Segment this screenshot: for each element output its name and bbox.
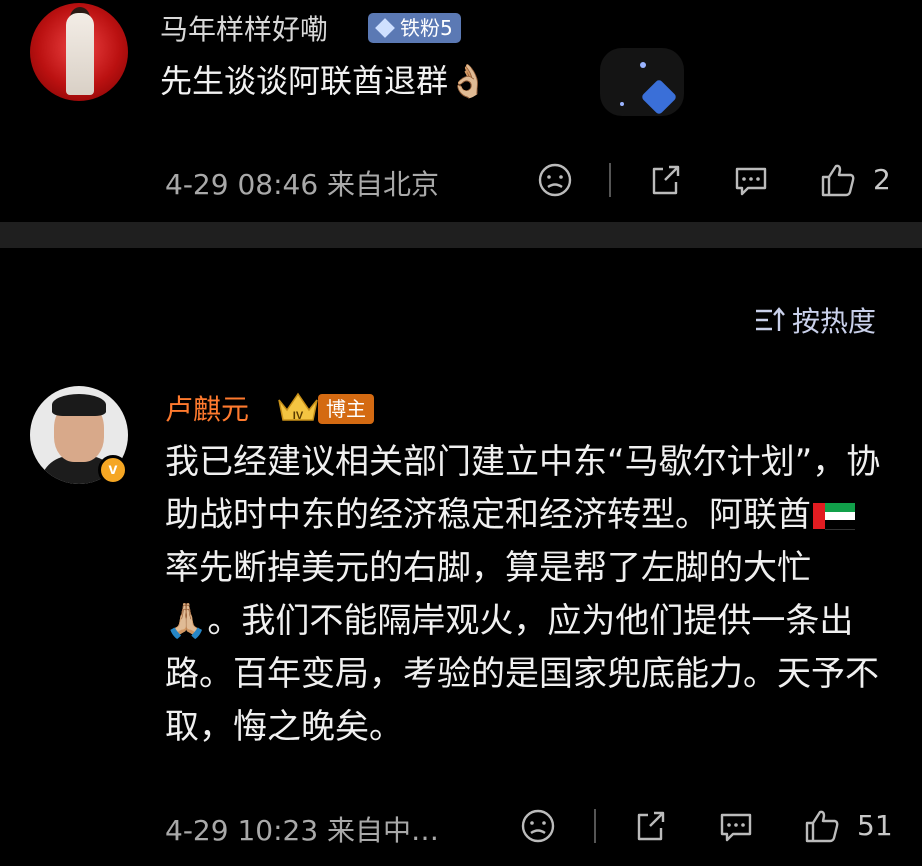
share-icon[interactable] xyxy=(630,806,670,846)
diamond-icon xyxy=(375,18,395,38)
share-icon[interactable] xyxy=(645,160,685,200)
bubble-decoration xyxy=(600,48,684,116)
like-count: 51 xyxy=(857,809,893,842)
action-separator xyxy=(594,809,596,843)
host-username[interactable]: 卢麒元 xyxy=(165,388,249,428)
avatar-commenter[interactable] xyxy=(30,3,128,101)
dislike-face-icon[interactable] xyxy=(535,160,575,200)
comment-text: 我已经建议相关部门建立中东“马歇尔计划”，协助战时中东的经济稳定和经济转型。阿联… xyxy=(165,436,885,754)
action-separator xyxy=(609,163,611,197)
like-thumb-icon[interactable] xyxy=(818,160,858,200)
comment-text-part2: 率先断掉美元的右脚，算是帮了左脚的大忙🙏🏼。我们不能隔岸观火，应为他们提供一条出… xyxy=(165,548,879,747)
reply-comment-icon[interactable] xyxy=(716,806,756,846)
sort-label: 按热度 xyxy=(792,305,877,338)
verified-badge: v xyxy=(98,455,128,485)
comment-timestamp-location: 4-29 10:23 来自中… xyxy=(165,814,440,847)
fan-level-badge: 铁粉5 xyxy=(368,13,461,43)
sort-icon xyxy=(756,307,785,331)
commenter-username[interactable]: 马年样样好嘞 xyxy=(160,8,328,48)
crown-level-label: IV xyxy=(293,410,304,422)
crown-icon: IV xyxy=(278,392,318,422)
like-count: 2 xyxy=(873,163,891,196)
comment-text-part1: 我已经建议相关部门建立中东“马歇尔计划”，协助战时中东的经济稳定和经济转型。阿联… xyxy=(165,442,881,535)
comment-text: 先生谈谈阿联酋退群👌🏼 xyxy=(160,62,488,100)
comment-timestamp-location: 4-29 08:46 来自北京 xyxy=(165,168,440,201)
fan-badge-label: 铁粉5 xyxy=(400,16,453,40)
like-thumb-icon[interactable] xyxy=(802,806,842,846)
sort-by-hot-button[interactable]: 按热度 xyxy=(754,300,876,340)
section-divider xyxy=(0,222,922,248)
host-badge: 博主 xyxy=(318,394,374,424)
dislike-face-icon[interactable] xyxy=(518,806,558,846)
reply-comment-icon[interactable] xyxy=(731,160,771,200)
uae-flag-icon xyxy=(813,503,855,530)
